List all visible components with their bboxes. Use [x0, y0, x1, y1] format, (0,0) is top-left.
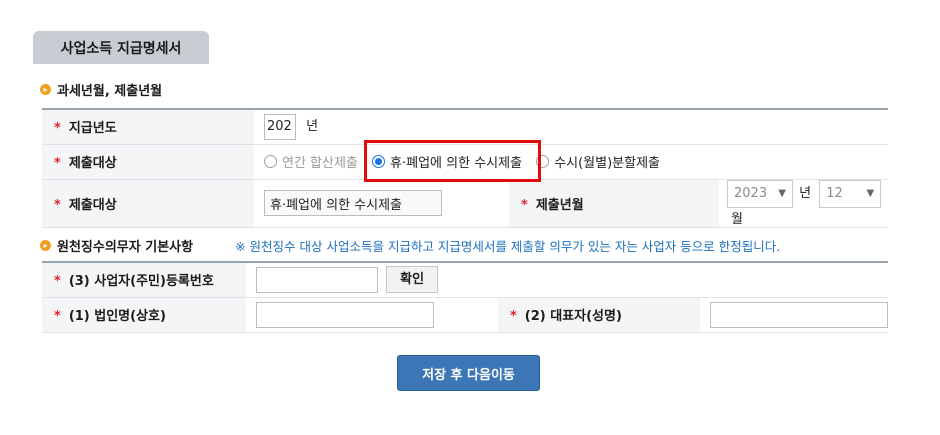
- tax-period-form: *지급년도 년 *제출대상 연간 합산제출 휴·폐업에 의한 수시제출 수시(월…: [42, 108, 888, 228]
- section-header-withholder: ▸ 원천징수의무자 기본사항 ※ 원천징수 대상 사업소득을 지급하고 지급명세…: [40, 236, 780, 255]
- label-pay-year: * 지급년도: [42, 109, 254, 145]
- required-mark: *: [54, 156, 61, 171]
- radio-monthly-submit[interactable]: 수시(월별)분할제출: [536, 152, 660, 171]
- radio-unchecked-icon: [536, 154, 550, 168]
- chevron-down-icon: ▼: [866, 188, 875, 199]
- radio-annual-submit[interactable]: 연간 합산제출: [264, 152, 358, 171]
- label-rep-name: * (2) 대표자(성명): [497, 297, 700, 333]
- withholder-form: * (3) 사업자(주민)등록번호 확인 * (1) 법인명(상호) * (2) 대표…: [42, 261, 888, 333]
- label-submit-ym: * 제출년월: [509, 179, 719, 228]
- pay-year-input[interactable]: [264, 113, 296, 140]
- year-unit: 년: [306, 119, 319, 135]
- value-rep-name: [699, 297, 888, 333]
- rep-name-input[interactable]: [709, 301, 888, 328]
- radio-checked-icon: [372, 154, 386, 168]
- value-reg-no: 확인: [245, 262, 888, 298]
- required-mark: *: [54, 274, 61, 290]
- page-title-tab: 사업소득 지급명세서: [33, 31, 209, 64]
- month-unit: 월: [731, 211, 743, 227]
- value-submit-ym: 2023 ▼ 년 12 ▼ 월: [719, 179, 888, 228]
- label-submit-target-2: * 제출대상: [42, 179, 254, 228]
- row-corp-rep: * (1) 법인명(상호) * (2) 대표자(성명): [42, 297, 888, 333]
- chevron-down-icon: ▼: [778, 188, 786, 199]
- notice-text: ※ 원천징수 대상 사업소득을 지급하고 지급명세서를 제출할 의무가 있는 자…: [235, 239, 781, 254]
- label-corp-name: * (1) 법인명(상호): [42, 297, 246, 333]
- label-submit-target: * 제출대상: [42, 144, 254, 180]
- radio-unchecked-icon: [264, 154, 277, 168]
- save-next-button[interactable]: 저장 후 다음이동: [397, 355, 540, 391]
- required-mark: *: [521, 197, 528, 213]
- row-pay-year: *지급년도 년: [42, 109, 888, 145]
- section-bullet-icon: ▸: [40, 84, 51, 95]
- required-mark: *: [54, 121, 61, 137]
- reg-no-input[interactable]: [255, 266, 378, 293]
- required-mark: *: [509, 309, 517, 324]
- radio-closure-submit[interactable]: 휴·폐업에 의한 수시제출: [372, 152, 522, 171]
- section-header-tax-period: ▸ 과세년월, 제출년월: [40, 80, 162, 99]
- value-submit-target: 연간 합산제출 휴·폐업에 의한 수시제출 수시(월별)분할제출: [254, 144, 888, 180]
- label-reg-no: * (3) 사업자(주민)등록번호: [42, 262, 246, 298]
- row-reg-no: * (3) 사업자(주민)등록번호 확인: [42, 262, 888, 298]
- submit-year-select[interactable]: 2023 ▼: [727, 179, 793, 208]
- required-mark: *: [54, 197, 61, 213]
- year-unit: 년: [799, 186, 812, 201]
- row-submit-target: * 제출대상 연간 합산제출 휴·폐업에 의한 수시제출 수시(월별)분할제출: [42, 144, 888, 180]
- submit-target-field: [264, 190, 442, 216]
- value-pay-year: 년: [254, 109, 888, 145]
- value-submit-target-2: [254, 179, 509, 228]
- row-submit-target-detail: *제출대상 *제출년월 2023 ▼ 년 12 ▼ 월: [42, 179, 888, 228]
- value-corp-name: [245, 297, 498, 333]
- submit-month-select[interactable]: 12 ▼: [819, 179, 882, 208]
- required-mark: *: [54, 309, 61, 324]
- corp-name-input[interactable]: [255, 301, 434, 328]
- section-bullet-icon: ▸: [40, 240, 51, 251]
- section-title: 과세년월, 제출년월: [57, 84, 163, 99]
- section-title: 원천징수의무자 기본사항: [57, 240, 194, 255]
- confirm-button[interactable]: 확인: [386, 266, 439, 294]
